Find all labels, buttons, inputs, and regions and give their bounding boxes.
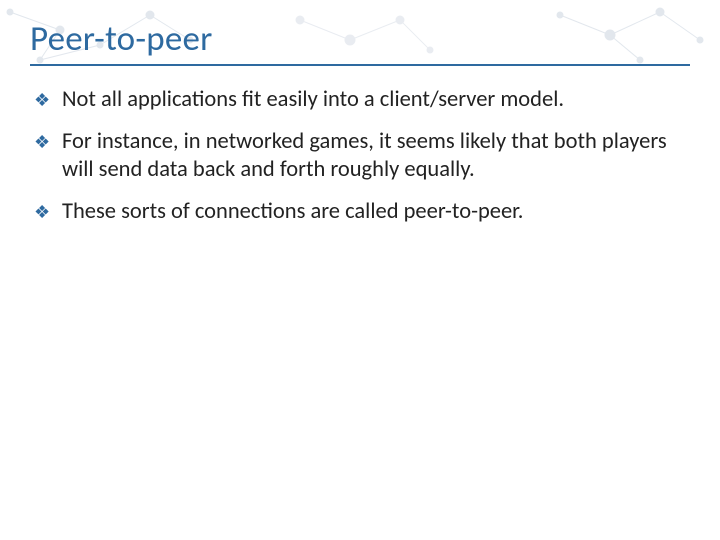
- bullet-item: ❖ These sorts of connections are called …: [30, 198, 690, 226]
- diamond-bullet-icon: ❖: [30, 198, 62, 224]
- diamond-bullet-icon: ❖: [30, 128, 62, 154]
- bullet-list: ❖ Not all applications fit easily into a…: [30, 86, 690, 227]
- slide-content: Peer-to-peer ❖ Not all applications fit …: [0, 0, 720, 540]
- slide-title: Peer-to-peer: [30, 18, 690, 60]
- bullet-text: Not all applications fit easily into a c…: [62, 86, 690, 114]
- diamond-bullet-icon: ❖: [30, 86, 62, 112]
- bullet-item: ❖ Not all applications fit easily into a…: [30, 86, 690, 114]
- bullet-text: For instance, in networked games, it see…: [62, 128, 690, 184]
- bullet-text: These sorts of connections are called pe…: [62, 198, 690, 226]
- title-underline: [30, 64, 690, 66]
- bullet-item: ❖ For instance, in networked games, it s…: [30, 128, 690, 184]
